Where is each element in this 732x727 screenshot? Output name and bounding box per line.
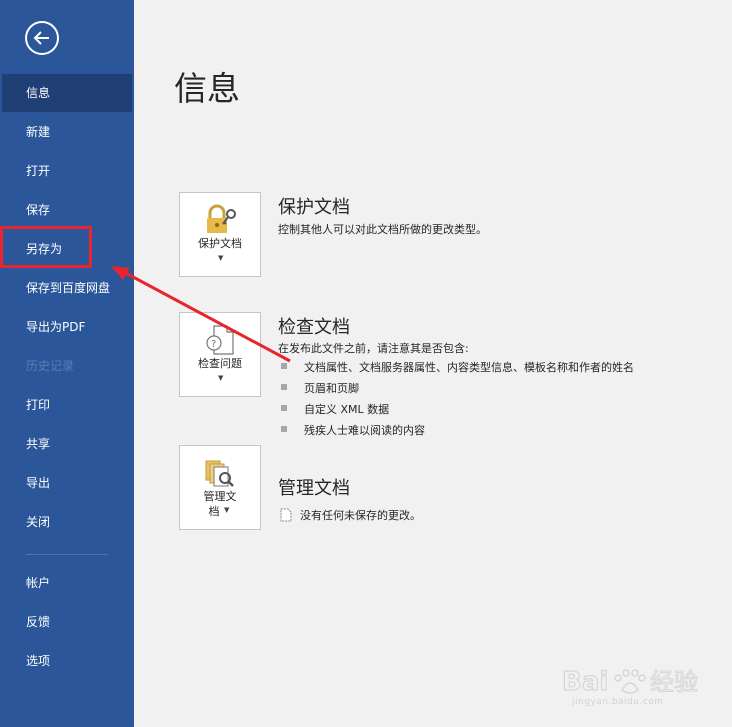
nav-item-save-to-baidu[interactable]: 保存到百度网盘 bbox=[0, 269, 134, 307]
manage-document-button[interactable]: 管理文 档 ▼ bbox=[179, 445, 261, 530]
inspect-bullet-text: 文档属性、文档服务器属性、内容类型信息、模板名称和作者的姓名 bbox=[304, 361, 634, 374]
chevron-down-icon: ▼ bbox=[218, 374, 224, 382]
nav-divider bbox=[26, 554, 108, 555]
inspect-bullet-text: 残疾人士难以阅读的内容 bbox=[304, 424, 425, 437]
document-icon bbox=[280, 508, 292, 522]
protect-document-label: 保护文档 bbox=[198, 237, 242, 250]
bullet-icon bbox=[281, 426, 287, 432]
document-inspect-icon: ? bbox=[206, 325, 234, 355]
svg-text:经验: 经验 bbox=[650, 668, 698, 696]
save-as-highlight bbox=[0, 226, 92, 268]
lock-key-icon bbox=[207, 204, 236, 233]
inspect-bullet-text: 自定义 XML 数据 bbox=[304, 403, 390, 416]
nav-item-save[interactable]: 保存 bbox=[0, 191, 134, 229]
nav-item-new[interactable]: 新建 bbox=[0, 113, 134, 151]
arrow-left-icon bbox=[33, 31, 49, 45]
chevron-down-icon: ▼ bbox=[224, 506, 230, 514]
manage-document-title: 管理文档 bbox=[278, 478, 350, 499]
svg-text:Bai: Bai bbox=[562, 667, 608, 697]
inspect-document-description: 在发布此文件之前，请注意其是否包含: bbox=[278, 342, 469, 355]
protect-document-button[interactable]: 保护文档 ▼ bbox=[179, 192, 261, 277]
nav-item-print[interactable]: 打印 bbox=[0, 386, 134, 424]
inspect-bullet-text: 页眉和页脚 bbox=[304, 382, 359, 395]
nav-item-export[interactable]: 导出 bbox=[0, 464, 134, 502]
nav-item-options[interactable]: 选项 bbox=[0, 642, 134, 680]
nav-item-history: 历史记录 bbox=[26, 359, 75, 373]
bullet-icon bbox=[281, 384, 287, 390]
nav-item-close[interactable]: 关闭 bbox=[0, 503, 134, 541]
check-issues-label: 检查问题 bbox=[198, 357, 242, 370]
chevron-down-icon: ▼ bbox=[218, 254, 224, 262]
protect-document-description: 控制其他人可以对此文档所做的更改类型。 bbox=[278, 223, 487, 236]
nav-item-export-pdf[interactable]: 导出为PDF bbox=[0, 308, 134, 346]
inspect-document-title: 检查文档 bbox=[278, 317, 350, 338]
watermark-url: jingyan.baidu.com bbox=[572, 697, 664, 707]
protect-document-title: 保护文档 bbox=[278, 197, 350, 218]
backstage-sidebar: 信息 新建 打开 保存 另存为 保存到百度网盘 导出为PDF 历史记录 打印 共… bbox=[0, 0, 134, 727]
nav-item-feedback[interactable]: 反馈 bbox=[0, 603, 134, 641]
manage-document-description: 没有任何未保存的更改。 bbox=[300, 509, 421, 522]
bullet-icon bbox=[281, 363, 287, 369]
nav-item-account[interactable]: 帐户 bbox=[0, 564, 134, 602]
manage-document-label-line2: 档 bbox=[208, 505, 220, 518]
manage-document-label: 管理文 bbox=[203, 490, 237, 503]
info-panel: 信息 保护文档 ▼ 保护文档 控制其他人可以对此文档所做的更改类型。 ? 检查问… bbox=[134, 0, 732, 727]
back-button[interactable] bbox=[25, 21, 59, 55]
nav-item-info[interactable]: 信息 bbox=[2, 74, 132, 112]
document-versions-icon bbox=[205, 460, 234, 487]
nav-item-open[interactable]: 打开 bbox=[0, 152, 134, 190]
svg-text:?: ? bbox=[211, 339, 216, 350]
nav-item-share[interactable]: 共享 bbox=[0, 425, 134, 463]
page-title: 信息 bbox=[174, 69, 240, 108]
check-issues-button[interactable]: ? 检查问题 ▼ bbox=[179, 312, 261, 397]
bullet-icon bbox=[281, 405, 287, 411]
